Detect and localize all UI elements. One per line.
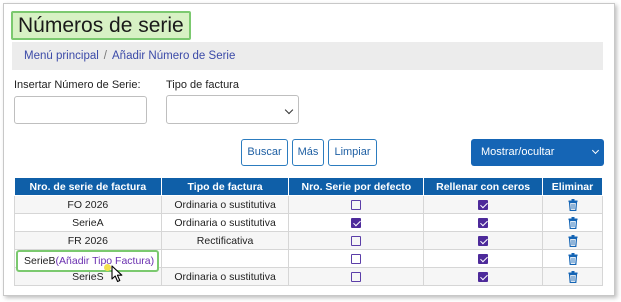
serial-number-input[interactable]: [14, 96, 147, 124]
default-checkbox[interactable]: [351, 235, 362, 246]
page-title: Números de serie: [11, 11, 191, 40]
col-header-defecto[interactable]: Nro. Serie por defecto: [288, 177, 425, 196]
breadcrumb-current: Añadir Número de Serie: [112, 50, 236, 62]
serie-name: SerieB: [24, 255, 56, 267]
cell-tipo: Rectificativa: [160, 231, 290, 250]
breadcrumb-separator: /: [103, 50, 107, 62]
highlighted-serie-cell: SerieB(Añadir Tipo Factura): [16, 250, 159, 272]
zero-fill-checkbox[interactable]: [478, 253, 489, 264]
chevron-down-icon: [591, 146, 600, 155]
default-checkbox[interactable]: [351, 217, 362, 228]
table-row: SerieA Ordinaria o sustitutiva: [14, 213, 603, 232]
cell-defecto: [288, 195, 425, 214]
cell-eliminar: [542, 231, 603, 250]
zero-fill-checkbox[interactable]: [478, 271, 489, 282]
cell-tipo: Ordinaria o sustitutiva: [160, 267, 290, 286]
invoice-type-select[interactable]: [166, 95, 299, 124]
col-header-ceros[interactable]: Rellenar con ceros: [423, 177, 543, 196]
breadcrumb: Menú principal / Añadir Número de Serie: [12, 42, 603, 70]
trash-icon[interactable]: [568, 252, 578, 265]
search-button[interactable]: Buscar: [241, 139, 288, 166]
trash-icon[interactable]: [568, 270, 578, 283]
cell-tipo: Ordinaria o sustitutiva: [160, 195, 290, 214]
cell-defecto: [288, 249, 425, 268]
cell-serie: FO 2026: [14, 195, 162, 214]
cell-ceros: [423, 213, 543, 232]
zero-fill-checkbox[interactable]: [478, 235, 489, 246]
default-checkbox[interactable]: [351, 199, 362, 210]
cell-defecto: [288, 231, 425, 250]
table-row: FO 2026 Ordinaria o sustitutiva: [14, 195, 603, 214]
cell-eliminar: [542, 213, 603, 232]
default-checkbox[interactable]: [351, 271, 362, 282]
breadcrumb-home-link[interactable]: Menú principal: [24, 50, 99, 62]
table-row: FR 2026 Rectificativa: [14, 231, 603, 250]
cell-defecto: [288, 213, 425, 232]
cell-ceros: [423, 249, 543, 268]
cell-eliminar: [542, 267, 603, 286]
trash-icon[interactable]: [568, 198, 578, 211]
cell-ceros: [423, 231, 543, 250]
col-header-eliminar[interactable]: Eliminar: [542, 177, 603, 196]
cell-serie: SerieA: [14, 213, 162, 232]
clear-button[interactable]: Limpiar: [328, 139, 377, 166]
cell-defecto: [288, 267, 425, 286]
toggle-columns-button[interactable]: Mostrar/ocultar columnas: [471, 139, 604, 185]
serial-number-label: Insertar Número de Serie:: [14, 79, 141, 91]
invoice-type-label: Tipo de factura: [166, 79, 239, 91]
trash-icon[interactable]: [568, 234, 578, 247]
zero-fill-checkbox[interactable]: [478, 199, 489, 210]
default-checkbox[interactable]: [351, 253, 362, 264]
trash-icon[interactable]: [568, 216, 578, 229]
click-indicator: [104, 264, 111, 271]
col-header-serie[interactable]: Nro. de serie de factura: [14, 177, 162, 196]
more-button[interactable]: Más: [292, 139, 324, 166]
cell-eliminar: [542, 195, 603, 214]
cell-tipo: Ordinaria o sustitutiva: [160, 213, 290, 232]
mouse-cursor-icon: [111, 265, 123, 283]
cell-serie: FR 2026: [14, 231, 162, 250]
cell-tipo: [160, 249, 290, 268]
chevron-down-icon: [284, 105, 294, 115]
zero-fill-checkbox[interactable]: [478, 217, 489, 228]
col-header-tipo[interactable]: Tipo de factura: [160, 177, 290, 196]
cell-eliminar: [542, 249, 603, 268]
cell-ceros: [423, 267, 543, 286]
cell-ceros: [423, 195, 543, 214]
